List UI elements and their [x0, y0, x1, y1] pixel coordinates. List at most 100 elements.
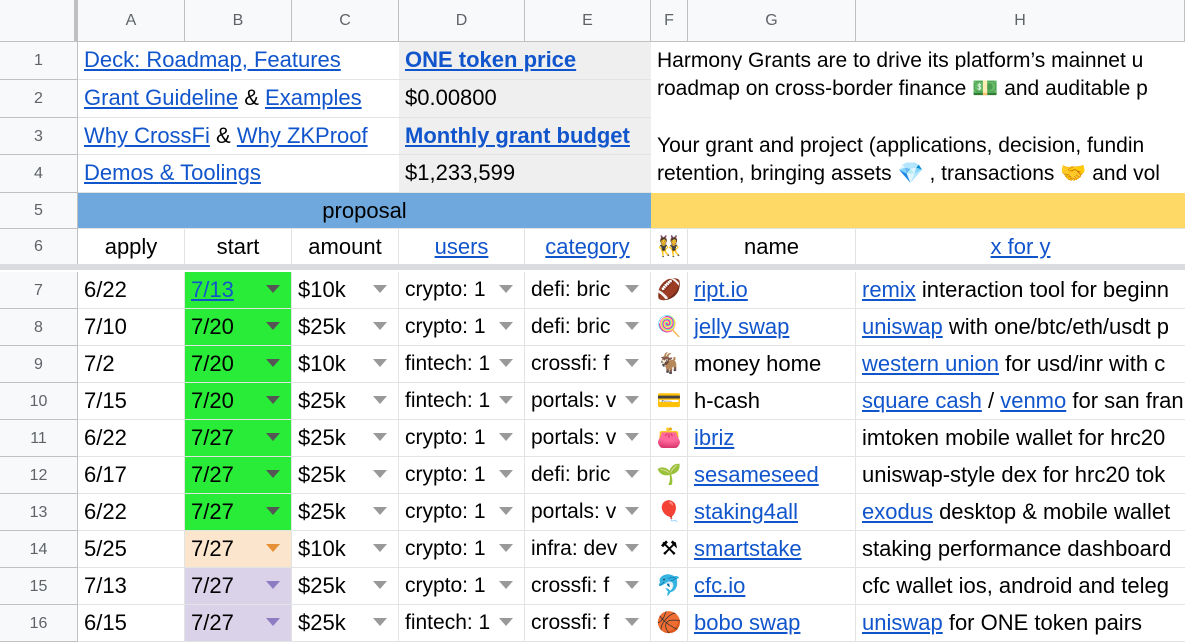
dropdown-arrow-icon[interactable] — [266, 285, 280, 293]
dropdown-arrow-icon[interactable] — [625, 359, 639, 367]
dropdown-arrow-icon[interactable] — [266, 322, 280, 330]
column-header-b[interactable]: B — [185, 0, 292, 42]
cell-users[interactable]: fintech: 1 — [399, 383, 525, 420]
project-name[interactable]: cfc.io — [694, 573, 745, 598]
dropdown-arrow-icon[interactable] — [625, 544, 639, 552]
dropdown-arrow-icon[interactable] — [499, 285, 513, 293]
dropdown-arrow-icon[interactable] — [266, 359, 280, 367]
yellow-band[interactable] — [651, 193, 1185, 229]
row-header-10[interactable]: 10 — [0, 383, 78, 420]
dropdown-arrow-icon[interactable] — [373, 507, 387, 515]
dropdown-arrow-icon[interactable] — [373, 618, 387, 626]
cell-category[interactable]: crossfi: f — [525, 605, 651, 642]
proposal-band[interactable]: proposal — [78, 193, 651, 229]
header-xfory-link[interactable]: x for y — [991, 234, 1051, 259]
cell-apply[interactable]: 6/22 — [78, 420, 185, 457]
dropdown-arrow-icon[interactable] — [499, 433, 513, 441]
cell-category[interactable]: portals: v — [525, 494, 651, 531]
cell-apply[interactable]: 5/25 — [78, 531, 185, 568]
cell-a4[interactable]: Demos & Toolings — [78, 155, 399, 193]
row-header-7[interactable]: 7 — [0, 272, 78, 309]
dropdown-arrow-icon[interactable] — [499, 618, 513, 626]
cell-amount[interactable]: $25k — [292, 494, 399, 531]
cell-users[interactable]: fintech: 1 — [399, 605, 525, 642]
cell-users[interactable]: crypto: 1 — [399, 568, 525, 605]
cell-users[interactable]: crypto: 1 — [399, 309, 525, 346]
row-header-3[interactable]: 3 — [0, 118, 78, 155]
cell-emoji[interactable]: 🐐 — [651, 346, 688, 383]
cell-category[interactable]: crossfi: f — [525, 346, 651, 383]
cell-amount[interactable]: $25k — [292, 420, 399, 457]
cell-category[interactable]: portals: v — [525, 383, 651, 420]
one-token-price-link[interactable]: ONE token price — [405, 47, 576, 72]
xfory-link[interactable]: western union — [862, 351, 999, 376]
monthly-budget-link[interactable]: Monthly grant budget — [405, 123, 630, 148]
header-category-link[interactable]: category — [545, 234, 629, 259]
cell-f2[interactable]: roadmap on cross-border finance 💵 and au… — [651, 70, 1185, 108]
examples-link[interactable]: Examples — [265, 85, 362, 110]
dropdown-arrow-icon[interactable] — [625, 285, 639, 293]
dropdown-arrow-icon[interactable] — [266, 507, 280, 515]
cell-apply[interactable]: 6/22 — [78, 272, 185, 309]
select-all-corner[interactable] — [0, 0, 78, 42]
cell-name[interactable]: ibriz — [688, 420, 856, 457]
cell-start[interactable]: 7/27 — [185, 531, 292, 568]
cell-users[interactable]: crypto: 1 — [399, 420, 525, 457]
cell-start[interactable]: 7/20 — [185, 383, 292, 420]
cell-amount[interactable]: $25k — [292, 457, 399, 494]
cell-xfory[interactable]: uniswap for ONE token pairs — [856, 605, 1185, 642]
xfory-link-2[interactable]: venmo — [1000, 388, 1066, 413]
cell-apply[interactable]: 7/15 — [78, 383, 185, 420]
cell-emoji[interactable]: 🏈 — [651, 272, 688, 309]
cell-category[interactable]: crossfi: f — [525, 568, 651, 605]
row-header-2[interactable]: 2 — [0, 80, 78, 118]
row-header-12[interactable]: 12 — [0, 457, 78, 494]
dropdown-arrow-icon[interactable] — [373, 470, 387, 478]
dropdown-arrow-icon[interactable] — [266, 581, 280, 589]
cell-apply[interactable]: 6/22 — [78, 494, 185, 531]
dropdown-arrow-icon[interactable] — [625, 470, 639, 478]
cell-category[interactable]: defi: bric — [525, 309, 651, 346]
dropdown-arrow-icon[interactable] — [499, 544, 513, 552]
cell-apply[interactable]: 7/10 — [78, 309, 185, 346]
cell-xfory[interactable]: uniswap with one/btc/eth/usdt p — [856, 309, 1185, 346]
cell-emoji[interactable]: 👛 — [651, 420, 688, 457]
xfory-link[interactable]: uniswap — [862, 610, 943, 635]
project-name[interactable]: staking4all — [694, 499, 798, 524]
cell-a2[interactable]: Grant Guideline & Examples — [78, 80, 399, 118]
demos-toolings-link[interactable]: Demos & Toolings — [84, 160, 261, 185]
cell-amount[interactable]: $25k — [292, 309, 399, 346]
cell-emoji[interactable]: 🍭 — [651, 309, 688, 346]
dropdown-arrow-icon[interactable] — [625, 618, 639, 626]
header-apply[interactable]: apply — [78, 229, 185, 265]
header-start[interactable]: start — [185, 229, 292, 265]
row-header-15[interactable]: 15 — [0, 568, 78, 605]
column-header-f[interactable]: F — [651, 0, 688, 42]
cell-name[interactable]: sesameseed — [688, 457, 856, 494]
xfory-link[interactable]: square cash — [862, 388, 982, 413]
cell-emoji[interactable]: 🐬 — [651, 568, 688, 605]
row-header-13[interactable]: 13 — [0, 494, 78, 531]
header-name[interactable]: name — [688, 229, 856, 265]
cell-start[interactable]: 7/13 — [185, 272, 292, 309]
project-name[interactable]: ibriz — [694, 425, 734, 450]
cell-start[interactable]: 7/27 — [185, 457, 292, 494]
why-crossfi-link[interactable]: Why CrossFi — [84, 123, 210, 148]
dropdown-arrow-icon[interactable] — [625, 507, 639, 515]
cell-name[interactable]: jelly swap — [688, 309, 856, 346]
project-name[interactable]: ript.io — [694, 277, 748, 302]
cell-amount[interactable]: $10k — [292, 272, 399, 309]
cell-emoji[interactable]: 🌱 — [651, 457, 688, 494]
cell-amount[interactable]: $25k — [292, 568, 399, 605]
cell-apply[interactable]: 6/17 — [78, 457, 185, 494]
dropdown-arrow-icon[interactable] — [373, 544, 387, 552]
start-date[interactable]: 7/13 — [191, 277, 234, 302]
row-header-5[interactable]: 5 — [0, 193, 78, 229]
dropdown-arrow-icon[interactable] — [625, 396, 639, 404]
row-header-14[interactable]: 14 — [0, 531, 78, 568]
cell-f1[interactable]: Harmony Grants are to drive its platform… — [651, 42, 1185, 70]
cell-xfory[interactable]: western union for usd/inr with c — [856, 346, 1185, 383]
column-header-a[interactable]: A — [78, 0, 185, 42]
cell-users[interactable]: crypto: 1 — [399, 531, 525, 568]
column-header-c[interactable]: C — [292, 0, 399, 42]
